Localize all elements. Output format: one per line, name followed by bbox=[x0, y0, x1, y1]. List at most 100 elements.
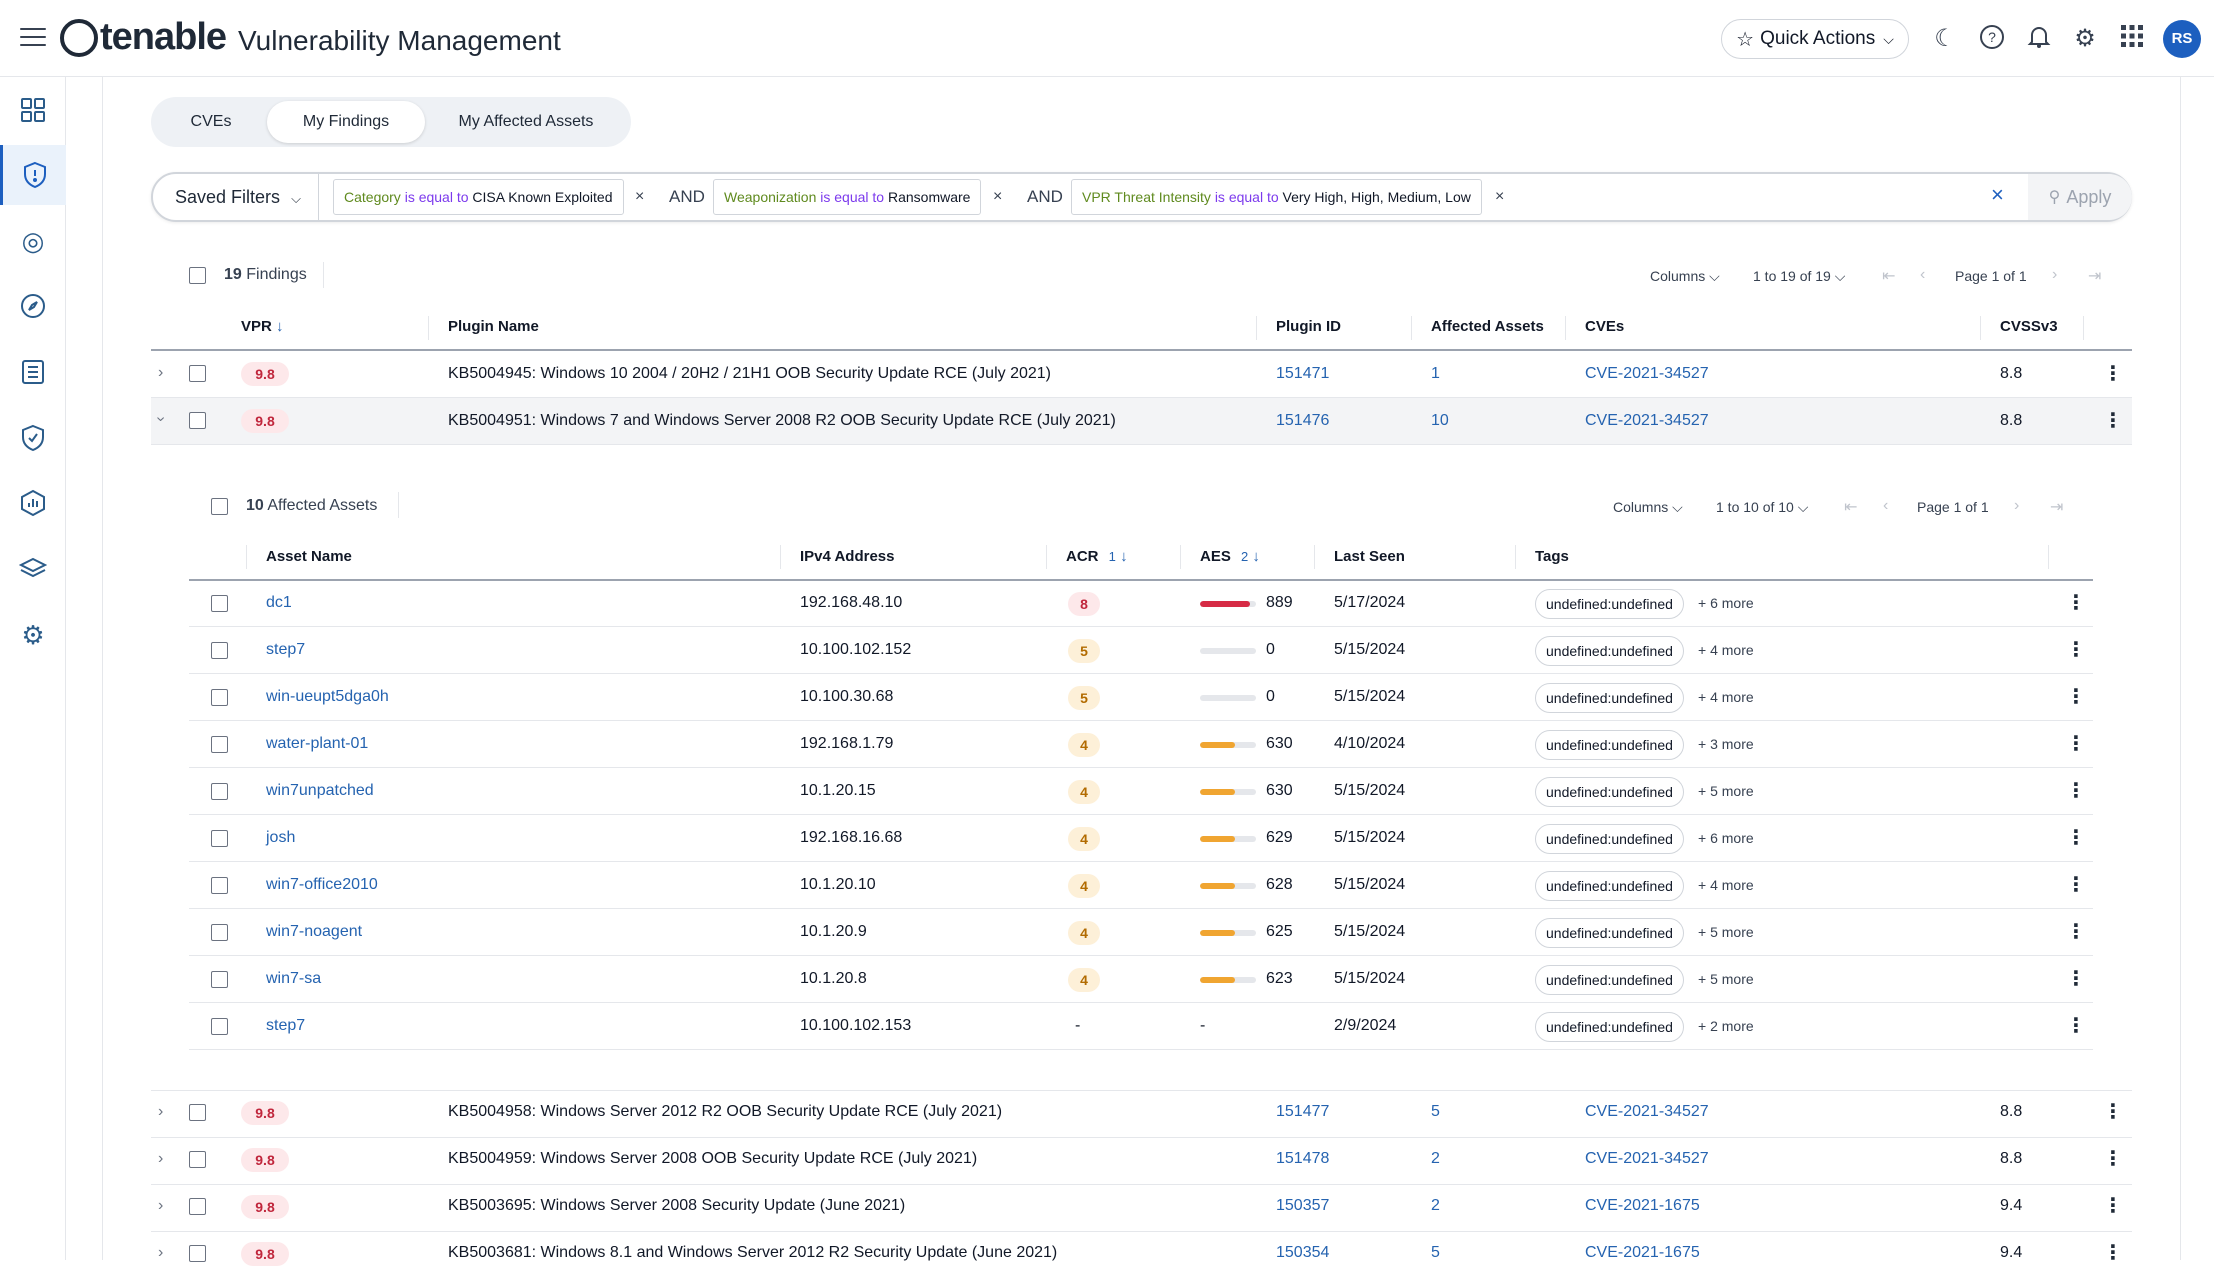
tag-pill[interactable]: undefined:undefined bbox=[1535, 777, 1684, 807]
settings-gear-icon[interactable]: ⚙ bbox=[0, 605, 66, 665]
row-checkbox[interactable] bbox=[211, 830, 228, 847]
asset-name-link[interactable]: water-plant-01 bbox=[266, 735, 368, 753]
affected-assets-link[interactable]: 10 bbox=[1431, 412, 1449, 430]
previous-page-icon[interactable]: ‹ bbox=[1920, 266, 1925, 284]
tag-pill[interactable]: undefined:undefined bbox=[1535, 824, 1684, 854]
column-header-cvssv3[interactable]: CVSSv3 bbox=[2000, 318, 2058, 335]
filter-chip-vpr-threat-intensity[interactable]: VPR Threat Intensity is equal to Very Hi… bbox=[1071, 179, 1482, 215]
kebab-menu-icon[interactable]: ⋮ bbox=[2103, 1193, 2123, 1218]
previous-page-icon[interactable]: ‹ bbox=[1883, 497, 1888, 515]
remove-filter-icon[interactable]: × bbox=[635, 188, 644, 206]
plugin-id-link[interactable]: 151476 bbox=[1276, 412, 1329, 430]
moon-icon[interactable]: ☾ bbox=[1930, 24, 1960, 54]
filter-chip-category[interactable]: Category is equal to CISA Known Exploite… bbox=[333, 179, 624, 215]
more-tags-link[interactable]: + 5 more bbox=[1698, 924, 1754, 940]
next-page-icon[interactable]: › bbox=[2014, 497, 2019, 515]
cve-link[interactable]: CVE-2021-34527 bbox=[1585, 1150, 1709, 1168]
affected-assets-link[interactable]: 2 bbox=[1431, 1197, 1440, 1215]
select-all-findings-checkbox[interactable] bbox=[189, 267, 206, 284]
kebab-menu-icon[interactable]: ⋮ bbox=[2066, 1013, 2086, 1038]
column-header-ipv4[interactable]: IPv4 Address bbox=[800, 548, 895, 565]
row-checkbox[interactable] bbox=[211, 877, 228, 894]
next-page-icon[interactable]: › bbox=[2052, 266, 2057, 284]
remove-filter-icon[interactable]: × bbox=[993, 188, 1002, 206]
select-all-assets-checkbox[interactable] bbox=[211, 498, 228, 515]
row-checkbox[interactable] bbox=[211, 642, 228, 659]
column-header-acr[interactable]: ACR 1 ↓ bbox=[1066, 548, 1128, 565]
kebab-menu-icon[interactable]: ⋮ bbox=[2066, 966, 2086, 991]
kebab-menu-icon[interactable]: ⋮ bbox=[2103, 1240, 2123, 1265]
plugin-id-link[interactable]: 151478 bbox=[1276, 1150, 1329, 1168]
more-tags-link[interactable]: + 6 more bbox=[1698, 830, 1754, 846]
column-header-cves[interactable]: CVEs bbox=[1585, 318, 1624, 335]
kebab-menu-icon[interactable]: ⋮ bbox=[2103, 361, 2123, 386]
shield-check-icon[interactable] bbox=[0, 408, 66, 468]
kebab-menu-icon[interactable]: ⋮ bbox=[2066, 637, 2086, 662]
row-checkbox[interactable] bbox=[211, 924, 228, 941]
tag-pill[interactable]: undefined:undefined bbox=[1535, 871, 1684, 901]
cve-link[interactable]: CVE-2021-34527 bbox=[1585, 365, 1709, 383]
compass-icon[interactable] bbox=[0, 276, 66, 336]
asset-name-link[interactable]: win7-office2010 bbox=[266, 876, 378, 894]
layers-icon[interactable] bbox=[0, 539, 66, 599]
dashboard-icon[interactable] bbox=[0, 80, 66, 140]
row-checkbox[interactable] bbox=[211, 736, 228, 753]
avatar[interactable]: RS bbox=[2163, 20, 2201, 58]
kebab-menu-icon[interactable]: ⋮ bbox=[2066, 825, 2086, 850]
row-checkbox[interactable] bbox=[211, 689, 228, 706]
row-checkbox[interactable] bbox=[189, 412, 206, 429]
chevron-right-icon[interactable]: › bbox=[158, 1244, 163, 1262]
vulnerability-shield-icon[interactable] bbox=[0, 145, 66, 205]
affected-assets-link[interactable]: 1 bbox=[1431, 365, 1440, 383]
help-icon[interactable]: ? bbox=[1977, 24, 2007, 54]
column-header-aes[interactable]: AES 2 ↓ bbox=[1200, 548, 1260, 565]
apply-button[interactable]: ⚲ Apply bbox=[2028, 174, 2132, 220]
more-tags-link[interactable]: + 3 more bbox=[1698, 736, 1754, 752]
kebab-menu-icon[interactable]: ⋮ bbox=[2066, 872, 2086, 897]
plugin-id-link[interactable]: 151477 bbox=[1276, 1103, 1329, 1121]
plugin-id-link[interactable]: 150354 bbox=[1276, 1244, 1329, 1262]
column-header-last-seen[interactable]: Last Seen bbox=[1334, 548, 1405, 565]
asset-name-link[interactable]: win-ueupt5dga0h bbox=[266, 688, 389, 706]
row-checkbox[interactable] bbox=[189, 1151, 206, 1168]
quick-actions-button[interactable]: ☆ Quick Actions ⌵ bbox=[1721, 19, 1909, 59]
chevron-right-icon[interactable]: › bbox=[158, 1197, 163, 1215]
asset-name-link[interactable]: win7unpatched bbox=[266, 782, 374, 800]
tag-pill[interactable]: undefined:undefined bbox=[1535, 1012, 1684, 1042]
row-checkbox[interactable] bbox=[211, 783, 228, 800]
tag-pill[interactable]: undefined:undefined bbox=[1535, 918, 1684, 948]
findings-columns-button[interactable]: Columns ⌵ bbox=[1650, 268, 1720, 285]
more-tags-link[interactable]: + 5 more bbox=[1698, 783, 1754, 799]
more-tags-link[interactable]: + 4 more bbox=[1698, 877, 1754, 893]
tab-cves[interactable]: CVEs bbox=[155, 101, 267, 143]
grid-icon[interactable] bbox=[2117, 24, 2147, 54]
bell-icon[interactable] bbox=[2024, 24, 2054, 54]
gear-icon[interactable]: ⚙ bbox=[2070, 24, 2100, 54]
hamburger-icon[interactable] bbox=[20, 28, 46, 48]
kebab-menu-icon[interactable]: ⋮ bbox=[2103, 408, 2123, 433]
chevron-right-icon[interactable]: › bbox=[158, 1103, 163, 1121]
tab-my-findings[interactable]: My Findings bbox=[267, 101, 425, 143]
kebab-menu-icon[interactable]: ⋮ bbox=[2066, 590, 2086, 615]
saved-filters-dropdown[interactable]: Saved Filters ⌵ bbox=[175, 187, 301, 208]
column-header-plugin-id[interactable]: Plugin ID bbox=[1276, 318, 1341, 335]
kebab-menu-icon[interactable]: ⋮ bbox=[2103, 1146, 2123, 1171]
more-tags-link[interactable]: + 4 more bbox=[1698, 642, 1754, 658]
tag-pill[interactable]: undefined:undefined bbox=[1535, 636, 1684, 666]
tag-pill[interactable]: undefined:undefined bbox=[1535, 683, 1684, 713]
kebab-menu-icon[interactable]: ⋮ bbox=[2066, 919, 2086, 944]
findings-range-dropdown[interactable]: 1 to 19 of 19 ⌵ bbox=[1753, 268, 1845, 285]
column-header-vpr[interactable]: VPR ↓ bbox=[241, 318, 284, 335]
kebab-menu-icon[interactable]: ⋮ bbox=[2066, 778, 2086, 803]
column-header-tags[interactable]: Tags bbox=[1535, 548, 1569, 565]
column-header-plugin-name[interactable]: Plugin Name bbox=[448, 318, 539, 335]
first-page-icon[interactable]: ⇤ bbox=[1882, 266, 1895, 286]
first-page-icon[interactable]: ⇤ bbox=[1844, 497, 1857, 517]
affected-assets-link[interactable]: 2 bbox=[1431, 1150, 1440, 1168]
chevron-down-icon[interactable]: › bbox=[152, 416, 170, 421]
plugin-id-link[interactable]: 151471 bbox=[1276, 365, 1329, 383]
row-checkbox[interactable] bbox=[189, 1198, 206, 1215]
column-header-affected-assets[interactable]: Affected Assets bbox=[1431, 318, 1544, 335]
plugin-id-link[interactable]: 150357 bbox=[1276, 1197, 1329, 1215]
cve-link[interactable]: CVE-2021-1675 bbox=[1585, 1197, 1700, 1215]
